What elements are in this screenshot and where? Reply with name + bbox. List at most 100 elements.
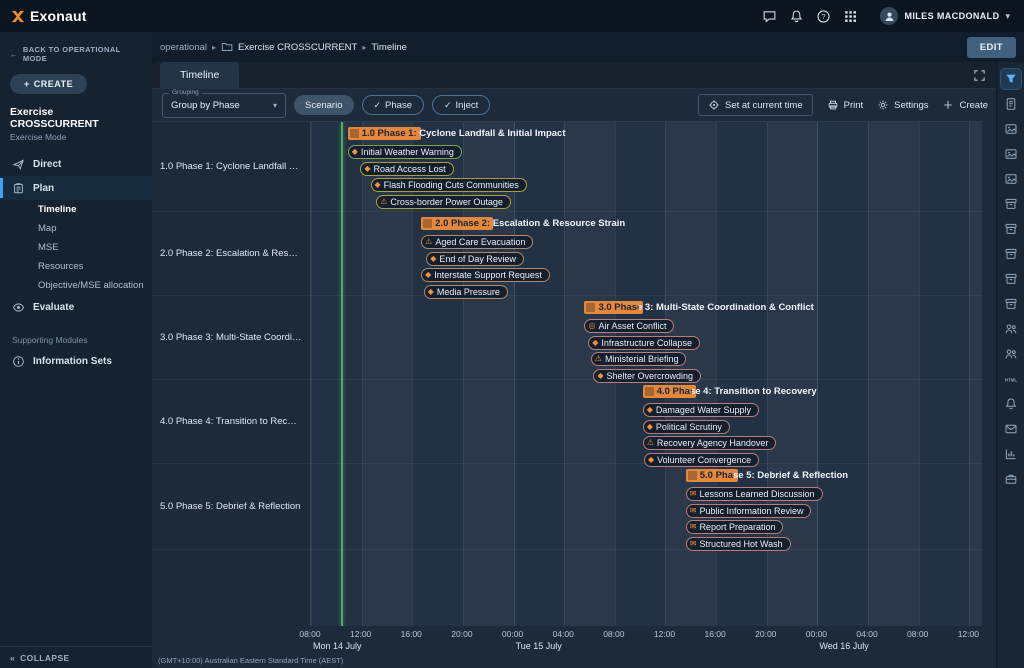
breadcrumb-exercise[interactable]: Exercise CROSSCURRENT [238, 42, 357, 53]
apps-grid-icon[interactable] [837, 3, 864, 29]
axis-day-label: Wed 16 July [819, 641, 868, 651]
phase-row: 4.0 Phase 4: Transition to Recovery4.0 P… [311, 380, 982, 464]
sidebar-item-objective-mse-allocation[interactable]: Objective/MSE allocation [0, 276, 152, 295]
inject-chip[interactable]: ◆Political Scrutiny [643, 420, 730, 434]
phase-bar-icon [350, 129, 359, 138]
warning-icon: ⚠ [647, 439, 654, 447]
create-label: Create [959, 100, 988, 111]
filter-chip-phase[interactable]: ✓ Phase [362, 95, 424, 115]
grouping-value: Group by Phase [171, 100, 273, 111]
diamond-icon: ◆ [647, 423, 653, 431]
rail-panel-2-icon[interactable] [1001, 219, 1021, 239]
gear-icon [877, 99, 889, 111]
rail-resources-icon[interactable] [1001, 469, 1021, 489]
breadcrumb-timeline[interactable]: Timeline [371, 42, 407, 53]
breadcrumb-operational[interactable]: operational [160, 42, 207, 53]
inject-chip[interactable]: ✉Public Information Review [686, 504, 812, 518]
axis-tick-label: 08:00 [907, 629, 928, 639]
rail-panel-4-icon[interactable] [1001, 269, 1021, 289]
create-button[interactable]: + CREATE [10, 74, 87, 94]
inject-chip[interactable]: ◆Interstate Support Request [421, 268, 550, 282]
user-menu[interactable]: MILES MACDONALD ▾ [874, 4, 1016, 28]
help-icon[interactable]: ? [810, 3, 837, 29]
inject-chip-label: Infrastructure Collapse [601, 338, 692, 348]
inject-chip[interactable]: ✉Lessons Learned Discussion [686, 487, 823, 501]
timeline-panel: Timeline Grouping Group by Phase ▾ Scena… [152, 62, 996, 668]
tab-timeline[interactable]: Timeline [160, 62, 239, 89]
rail-media-3-icon[interactable] [1001, 169, 1021, 189]
inject-chip[interactable]: ⚠Ministerial Briefing [591, 352, 687, 366]
timezone-note: (GMT+10:00) Australian Eastern Standard … [158, 656, 343, 665]
phase-row-label[interactable]: 3.0 Phase 3: Multi-State Coordination & … [152, 296, 310, 380]
inject-chip[interactable]: ◆Initial Weather Warning [348, 145, 462, 159]
sidebar-item-plan[interactable]: Plan [0, 176, 152, 200]
set-at-current-time-button[interactable]: Set at current time [698, 94, 813, 116]
print-button[interactable]: Print [827, 99, 864, 111]
inject-chip[interactable]: ⚠Cross-border Power Outage [376, 195, 511, 209]
inject-chip-label: Road Access Lost [374, 164, 446, 174]
phase-row-label[interactable]: 2.0 Phase 2: Escalation & Resource Strai… [152, 212, 310, 296]
phase-row-label[interactable]: 4.0 Phase 4: Transition to Recovery [152, 380, 310, 464]
rail-panel-5-icon[interactable] [1001, 294, 1021, 314]
filter-chip-inject[interactable]: ✓ Inject [432, 95, 490, 115]
chat-icon[interactable] [756, 3, 783, 29]
settings-button[interactable]: Settings [877, 99, 928, 111]
notifications-bell-icon[interactable] [783, 3, 810, 29]
inject-chip[interactable]: ⚠Recovery Agency Handover [643, 436, 777, 450]
phase-bar-icon [688, 471, 697, 480]
warning-icon: ⚠ [380, 198, 387, 206]
sidebar-item-timeline[interactable]: Timeline [0, 200, 152, 219]
rail-panel-1-icon[interactable] [1001, 194, 1021, 214]
inject-chip-label: Lessons Learned Discussion [699, 489, 814, 499]
phase-row: 2.0 Phase 2: Escalation & Resource Strai… [311, 212, 982, 296]
inject-chip[interactable]: ◎Air Asset Conflict [584, 319, 674, 333]
inject-chip[interactable]: ⚠Aged Care Evacuation [421, 235, 533, 249]
sidebar-item-evaluate[interactable]: Evaluate [0, 295, 152, 319]
gantt-chart-area[interactable]: 1.0 Phase 1: Cyclone Landfall & Initial … [310, 121, 982, 626]
sidebar-item-direct[interactable]: Direct [0, 152, 152, 176]
create-label: CREATE [34, 79, 73, 89]
collapse-sidebar-button[interactable]: « COLLAPSE [0, 646, 152, 668]
grouping-dropdown[interactable]: Grouping Group by Phase ▾ [162, 93, 286, 118]
sidebar-item-mse[interactable]: MSE [0, 238, 152, 257]
inject-chip[interactable]: ◆Flash Flooding Cuts Communities [371, 178, 527, 192]
rail-media-1-icon[interactable] [1001, 119, 1021, 139]
inject-chip[interactable]: ◆Damaged Water Supply [643, 403, 759, 417]
left-sidebar: ← BACK TO OPERATIONAL MODE + CREATE Exer… [0, 32, 152, 668]
phase-row-label-text: 1.0 Phase 1: Cyclone Landfall & Initial … [160, 161, 302, 172]
sidebar-item-resources[interactable]: Resources [0, 257, 152, 276]
time-axis: 08:0012:0016:0020:0000:0004:0008:0012:00… [310, 626, 982, 656]
inject-chip-label: Air Asset Conflict [598, 321, 666, 331]
filter-chip-scenario[interactable]: Scenario [294, 95, 354, 115]
rail-panel-3-icon[interactable] [1001, 244, 1021, 264]
rail-html-module-icon[interactable]: HTML [1001, 369, 1021, 389]
rail-groups-2-icon[interactable] [1001, 344, 1021, 364]
rail-messages-icon[interactable] [1001, 419, 1021, 439]
inject-chip[interactable]: ✉Structured Hot Wash [686, 537, 791, 551]
axis-tick-label: 16:00 [704, 629, 725, 639]
phase-row-label[interactable]: 1.0 Phase 1: Cyclone Landfall & Initial … [152, 122, 310, 212]
rail-media-2-icon[interactable] [1001, 144, 1021, 164]
rail-reports-icon[interactable] [1001, 444, 1021, 464]
create-inject-button[interactable]: Create [942, 99, 988, 111]
axis-tick-label: 08:00 [603, 629, 624, 639]
inject-chip[interactable]: ◆End of Day Review [426, 252, 524, 266]
logo-text: Exonaut [30, 8, 87, 24]
diamond-icon: ◆ [428, 288, 434, 296]
rail-filter-icon[interactable] [1001, 69, 1021, 89]
inject-chip[interactable]: ◆Road Access Lost [360, 162, 453, 176]
chevron-down-icon: ▾ [1005, 11, 1010, 22]
rail-notifications-icon[interactable] [1001, 394, 1021, 414]
rail-groups-1-icon[interactable] [1001, 319, 1021, 339]
exonaut-logo[interactable]: Exonaut [8, 8, 87, 24]
phase-row-label[interactable]: 5.0 Phase 5: Debrief & Reflection [152, 464, 310, 550]
inject-chip[interactable]: ✉Report Preparation [686, 520, 784, 534]
sidebar-item-information-sets[interactable]: Information Sets [0, 349, 152, 373]
inject-chip[interactable]: ◆Infrastructure Collapse [588, 336, 700, 350]
tab-strip: Timeline [152, 62, 996, 89]
edit-button[interactable]: EDIT [967, 37, 1016, 58]
fullscreen-icon[interactable] [973, 69, 986, 82]
rail-documents-icon[interactable] [1001, 94, 1021, 114]
back-to-operational-mode-button[interactable]: ← BACK TO OPERATIONAL MODE [10, 45, 142, 63]
sidebar-item-map[interactable]: Map [0, 219, 152, 238]
